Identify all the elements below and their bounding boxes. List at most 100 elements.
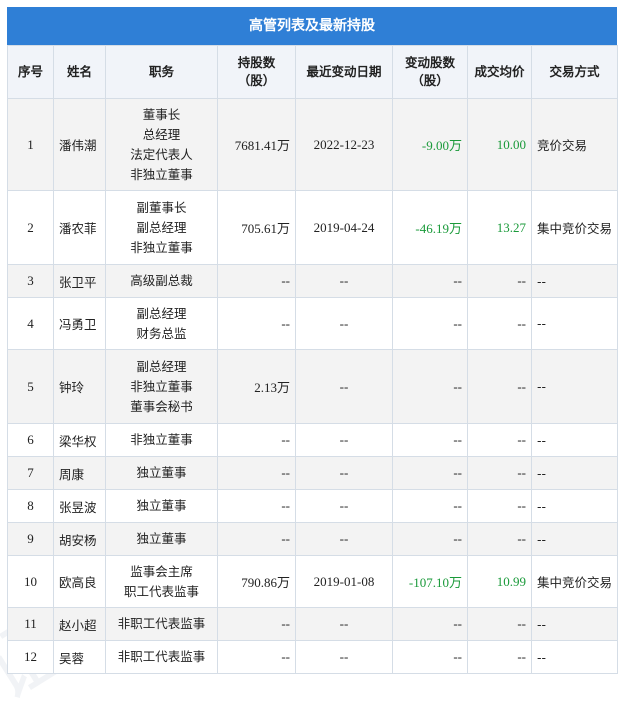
cell-shares: -- (217, 607, 296, 641)
cell-date: -- (295, 423, 393, 457)
header-change: 变动股数 （股） (392, 45, 468, 99)
position-line: 副董事长 (136, 199, 187, 215)
table-row: 9 胡安杨 独立董事 -- -- -- -- -- (7, 522, 618, 556)
cell-seq: 5 (7, 349, 54, 424)
cell-price: 13.27 (467, 190, 532, 265)
cell-price: -- (467, 607, 532, 641)
cell-change: -- (392, 423, 468, 457)
header-position: 职务 (105, 45, 218, 99)
position-line: 职工代表监事 (123, 583, 199, 599)
cell-name: 冯勇卫 (53, 297, 106, 350)
cell-change: -- (392, 640, 468, 674)
cell-name: 梁华权 (53, 423, 106, 457)
cell-seq: 9 (7, 522, 54, 556)
cell-name: 潘伟潮 (53, 98, 106, 191)
cell-name: 钟玲 (53, 349, 106, 424)
header-seq: 序号 (7, 45, 54, 99)
cell-price: 10.00 (467, 98, 532, 191)
cell-position: 非职工代表监事 (105, 607, 218, 641)
table-row: 3 张卫平 高级副总裁 -- -- -- -- -- (7, 264, 618, 298)
table-row: 1 潘伟潮 董事长 总经理 法定代表人 非独立董事 7681.41万 2022-12-23 -9… (7, 98, 618, 191)
cell-price: -- (467, 489, 532, 523)
cell-seq: 4 (7, 297, 54, 350)
header-date: 最近变动日期 (295, 45, 393, 99)
cell-shares: 7681.41万 (217, 98, 296, 191)
cell-change: -46.19万 (392, 190, 468, 265)
cell-date: -- (295, 297, 393, 350)
header-price: 成交均价 (467, 45, 532, 99)
cell-name: 胡安杨 (53, 522, 106, 556)
position-line: 独立董事 (136, 465, 187, 480)
header-shares: 持股数 （股） (217, 45, 296, 99)
header-name: 姓名 (53, 45, 106, 99)
cell-method: -- (531, 297, 618, 350)
table-body: 1 潘伟潮 董事长 总经理 法定代表人 非独立董事 7681.41万 2022-12-23 -9… (7, 98, 618, 674)
cell-method: -- (531, 349, 618, 424)
cell-seq: 1 (7, 98, 54, 191)
position-line: 非独立董事 (130, 432, 193, 447)
executive-table: 序号 姓名 职务 持股数 （股） 最近变动日期 变动股数 （股） 成交均价 交易… (7, 45, 618, 674)
cell-position: 高级副总裁 (105, 264, 218, 298)
position-line: 非独立董事 (130, 239, 193, 255)
header-change-line2: （股） (411, 73, 449, 88)
position-line: 独立董事 (136, 498, 187, 513)
cell-date: -- (295, 640, 393, 674)
cell-price: -- (467, 456, 532, 490)
cell-price: -- (467, 297, 532, 350)
cell-change: -- (392, 349, 468, 424)
position-line: 副总经理 (136, 305, 187, 321)
cell-shares: -- (217, 264, 296, 298)
cell-position: 监事会主席职工代表监事 (105, 555, 218, 608)
table-row: 2 潘农菲 副董事长 副总经理 非独立董事 705.61万 2019-04-24 -46.19… (7, 190, 618, 265)
cell-date: -- (295, 489, 393, 523)
cell-shares: -- (217, 522, 296, 556)
cell-method: -- (531, 522, 618, 556)
position-line: 董事会秘书 (130, 398, 193, 414)
position-line: 总经理 (142, 126, 181, 142)
cell-seq: 7 (7, 456, 54, 490)
table-row: 12 吴蓉 非职工代表监事 -- -- -- -- -- (7, 640, 618, 674)
position-line: 非独立董事 (130, 166, 193, 182)
cell-price: -- (467, 349, 532, 424)
position-line: 高级副总裁 (130, 273, 193, 288)
cell-method: -- (531, 607, 618, 641)
cell-change: -- (392, 607, 468, 641)
cell-date: -- (295, 522, 393, 556)
cell-position: 副董事长 副总经理 非独立董事 (105, 190, 218, 265)
cell-change: -- (392, 264, 468, 298)
position-line: 监事会主席 (130, 563, 193, 579)
cell-name: 赵小超 (53, 607, 106, 641)
cell-seq: 12 (7, 640, 54, 674)
cell-seq: 6 (7, 423, 54, 457)
position-line: 副总经理 (136, 358, 187, 374)
position-line: 独立董事 (136, 531, 187, 546)
cell-change: -- (392, 456, 468, 490)
cell-position: 副总经理 财务总监 (105, 297, 218, 350)
table-header-row: 序号 姓名 职务 持股数 （股） 最近变动日期 变动股数 （股） 成交均价 交易… (7, 45, 618, 99)
cell-price: -- (467, 522, 532, 556)
cell-date: -- (295, 456, 393, 490)
cell-shares: -- (217, 640, 296, 674)
cell-date: -- (295, 264, 393, 298)
table-row: 6 梁华权 非独立董事 -- -- -- -- -- (7, 423, 618, 457)
cell-seq: 11 (7, 607, 54, 641)
cell-date: -- (295, 349, 393, 424)
cell-shares: 790.86万 (217, 555, 296, 608)
position-line: 董事长 (142, 106, 181, 122)
cell-shares: -- (217, 456, 296, 490)
cell-date: 2019-04-24 (295, 190, 393, 265)
cell-shares: -- (217, 297, 296, 350)
cell-date: 2019-01-08 (295, 555, 393, 608)
cell-price: -- (467, 423, 532, 457)
position-line: 法定代表人 (130, 146, 193, 162)
cell-position: 独立董事 (105, 489, 218, 523)
position-line: 非职工代表监事 (117, 616, 206, 631)
cell-method: -- (531, 264, 618, 298)
cell-shares: 2.13万 (217, 349, 296, 424)
cell-date: -- (295, 607, 393, 641)
cell-method: -- (531, 423, 618, 457)
header-shares-line2: （股） (237, 73, 276, 88)
header-change-line1: 变动股数 (404, 55, 455, 70)
table-row: 5 钟玲 副总经理 非独立董事 董事会秘书 2.13万 -- -- -- -- (7, 349, 618, 424)
cell-name: 张昱波 (53, 489, 106, 523)
